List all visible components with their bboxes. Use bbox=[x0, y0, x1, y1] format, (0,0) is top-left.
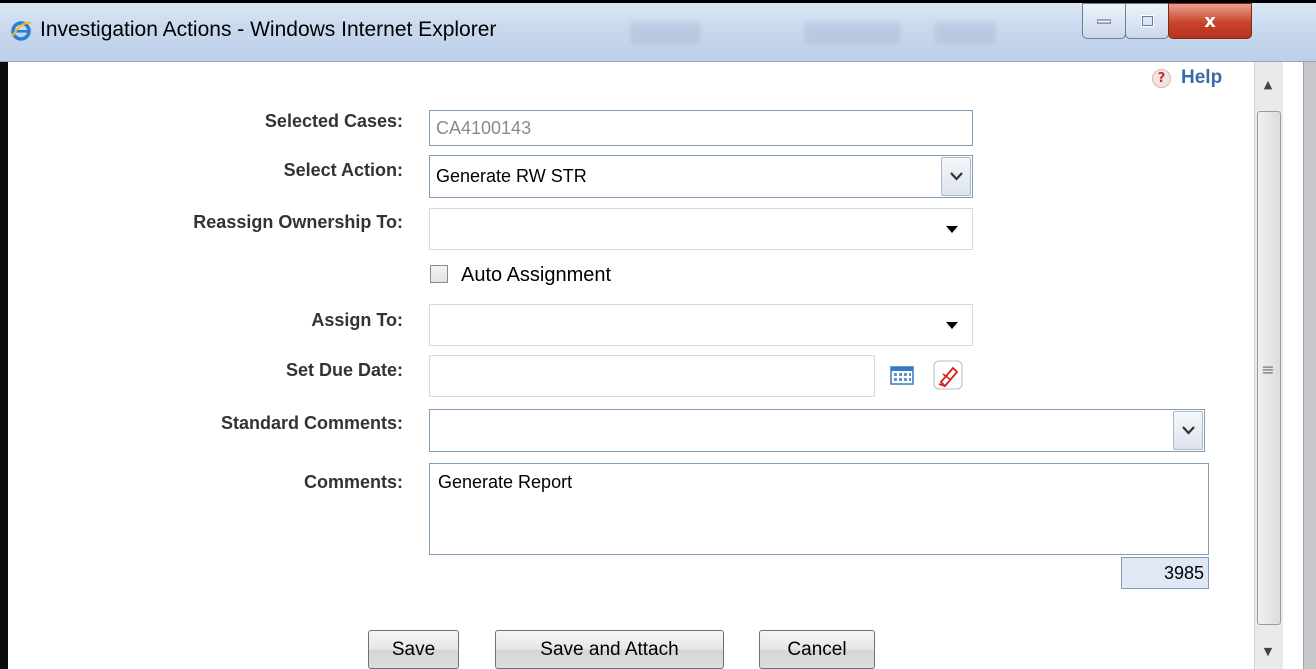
chevron-down-icon bbox=[949, 172, 963, 181]
assign-to-label: Assign To: bbox=[311, 310, 403, 330]
comments-textarea[interactable]: Generate Report bbox=[429, 463, 1209, 555]
window-titlebar: Investigation Actions - Windows Internet… bbox=[0, 0, 1316, 62]
background-ghost bbox=[935, 22, 995, 44]
select-action-arrow[interactable] bbox=[941, 157, 971, 196]
scroll-up-icon[interactable]: ▲ bbox=[1260, 78, 1276, 91]
window-frame-right bbox=[1303, 62, 1316, 669]
background-ghost bbox=[630, 22, 700, 44]
selected-cases-label: Selected Cases: bbox=[264, 111, 403, 131]
save-button[interactable]: Save bbox=[368, 630, 459, 669]
help-label: Help bbox=[1181, 67, 1223, 88]
assign-to-combobox[interactable] bbox=[429, 304, 973, 346]
comments-value: Generate Report bbox=[438, 472, 573, 492]
dropdown-arrow-icon[interactable] bbox=[946, 322, 958, 329]
calendar-icon[interactable] bbox=[887, 360, 917, 390]
reassign-ownership-label: Reassign Ownership To: bbox=[193, 212, 403, 232]
select-action-label: Select Action: bbox=[283, 160, 403, 180]
maximize-icon bbox=[1140, 15, 1154, 27]
chevron-down-icon bbox=[1181, 426, 1195, 435]
internet-explorer-icon bbox=[11, 21, 32, 41]
scroll-grip-icon: ≡ bbox=[1261, 360, 1275, 379]
selected-cases-field: CA4100143 bbox=[429, 110, 973, 146]
select-action-value: Generate RW STR bbox=[436, 166, 587, 186]
help-link[interactable]: ? Help bbox=[1152, 66, 1222, 90]
maximize-button[interactable] bbox=[1125, 3, 1169, 39]
reassign-ownership-combobox[interactable] bbox=[429, 208, 973, 250]
remaining-characters-value: 3985 bbox=[1163, 562, 1204, 583]
close-button[interactable]: x bbox=[1168, 3, 1252, 39]
window-frame-left bbox=[0, 62, 8, 669]
background-ghost bbox=[805, 22, 900, 44]
standard-comments-dropdown[interactable] bbox=[429, 409, 1205, 452]
cancel-button[interactable]: Cancel bbox=[759, 630, 875, 669]
scroll-down-icon[interactable]: ▼ bbox=[1260, 645, 1276, 658]
standard-comments-label: Standard Comments: bbox=[220, 413, 403, 433]
close-icon: x bbox=[1204, 10, 1216, 32]
remaining-characters-counter: 3985 bbox=[1121, 557, 1209, 589]
auto-assignment-checkbox[interactable] bbox=[430, 265, 448, 283]
minimize-icon bbox=[1097, 19, 1111, 24]
due-date-input[interactable] bbox=[429, 355, 875, 397]
dropdown-arrow-icon[interactable] bbox=[946, 226, 958, 233]
comments-label: Comments: bbox=[303, 472, 403, 492]
window-title: Investigation Actions - Windows Internet… bbox=[40, 18, 497, 41]
standard-comments-arrow[interactable] bbox=[1173, 411, 1203, 450]
due-date-label: Set Due Date: bbox=[285, 360, 403, 380]
auto-assignment-label[interactable]: Auto Assignment bbox=[461, 264, 611, 287]
clear-date-icon[interactable] bbox=[933, 360, 963, 390]
selected-cases-value: CA4100143 bbox=[436, 117, 532, 138]
minimize-button[interactable] bbox=[1082, 3, 1126, 39]
select-action-dropdown[interactable]: Generate RW STR bbox=[429, 155, 973, 198]
help-icon: ? bbox=[1152, 68, 1171, 88]
save-and-attach-button[interactable]: Save and Attach bbox=[495, 630, 724, 669]
